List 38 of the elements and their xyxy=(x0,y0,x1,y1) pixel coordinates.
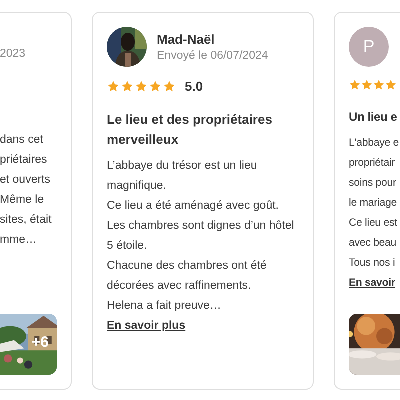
star-icon xyxy=(349,79,361,91)
star-icon xyxy=(107,80,120,93)
star-icon xyxy=(361,79,373,91)
review-text: mme… xyxy=(0,233,38,248)
review-text: sites, était xyxy=(0,213,53,228)
review-title: Un lieu e xyxy=(349,109,398,126)
review-date: 2023 xyxy=(0,48,27,60)
review-text: Helena a fait preuve… En savoir plus xyxy=(107,299,222,334)
review-text: Ce lieu est xyxy=(349,216,398,231)
review-text: Les chambres sont dignes d’un hôtel 5 étoile. xyxy=(107,219,296,254)
star-icon xyxy=(373,79,385,91)
review-text: Tous nos i xyxy=(349,256,396,271)
review-text: priétaires xyxy=(0,153,48,168)
review-text: Chacune des chambres ont été décorées avec raffinements. xyxy=(107,259,268,294)
review-text: L'abbaye e xyxy=(349,136,400,151)
rating-value: 5.0 xyxy=(185,79,204,94)
review-date: Envoyé le 06/07/2024 xyxy=(157,50,268,62)
star-icon xyxy=(135,80,148,93)
reviewer-name: Mad-Naël xyxy=(157,32,216,47)
avatar-initial: P xyxy=(349,27,389,67)
star-icon xyxy=(163,80,176,93)
review-title: Le lieu et des propriétaires merveilleux xyxy=(107,111,274,149)
review-text: soins pour xyxy=(349,176,398,191)
review-text: Même le xyxy=(0,193,46,208)
review-text: et ouverts xyxy=(0,173,52,188)
photo-count: +6 xyxy=(32,334,49,351)
star-icon xyxy=(149,80,162,93)
read-more-link[interactable]: En savoir xyxy=(349,277,396,289)
review-text: avec beau xyxy=(349,236,398,251)
star-icon xyxy=(121,80,134,93)
review-text: le mariage xyxy=(349,196,398,211)
review-text: Ce lieu a été aménagé avec goût. xyxy=(107,199,280,214)
review-text: propriétair xyxy=(349,156,396,171)
photo-thumbnail[interactable] xyxy=(349,314,400,375)
star-icon xyxy=(385,79,397,91)
review-text: L’abbaye du trésor est un lieu magnifique. xyxy=(107,159,258,194)
read-more-link[interactable]: En savoir plus xyxy=(107,320,186,332)
review-text: dans cet xyxy=(0,133,44,148)
